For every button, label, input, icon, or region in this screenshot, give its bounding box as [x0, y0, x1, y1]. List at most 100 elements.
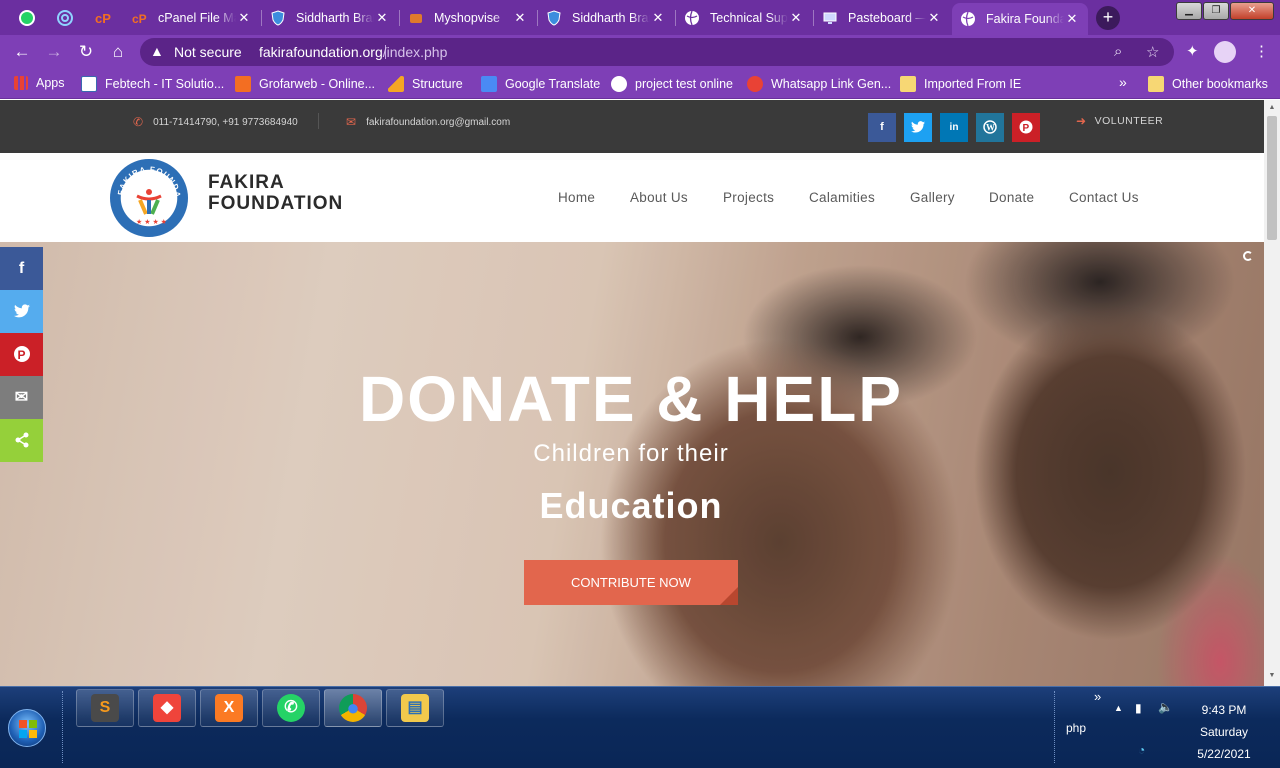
globe-icon [685, 10, 699, 26]
brand-name[interactable]: FAKIRA FOUNDATION [208, 172, 343, 214]
twitter-icon[interactable] [904, 113, 932, 142]
url-text[interactable]: fakirafoundation.org/index.php [259, 44, 447, 60]
tab-pasteboard[interactable]: Pasteboard — ✕ [814, 4, 950, 32]
tab-siddharth-1[interactable]: Siddharth Bramhe ✕ [262, 4, 398, 32]
address-bar[interactable]: ▲ Not secure fakirafoundation.org/index.… [140, 38, 1174, 66]
bookmark-whatsapp-link[interactable]: Whatsapp Link Gen... [747, 76, 891, 92]
nav-gallery[interactable]: Gallery [910, 190, 955, 205]
home-icon[interactable]: ⌂ [106, 40, 130, 64]
bookmark-star-icon[interactable]: ☆ [1146, 43, 1159, 61]
email-contact[interactable]: ✉ fakirafoundation.org@gmail.com [346, 115, 510, 129]
taskbar-file-explorer[interactable]: ▤ [386, 689, 444, 727]
window-close-button[interactable]: ✕ [1230, 2, 1274, 20]
bookmark-label: Febtech - IT Solutio... [105, 77, 225, 91]
reload-icon[interactable]: ↻ [74, 40, 98, 64]
svg-text:P: P [17, 348, 25, 362]
bookmark-project-test[interactable]: project test online [611, 76, 733, 92]
loading-spinner-icon [1243, 251, 1253, 261]
hero-title: DONATE & HELP [359, 363, 903, 435]
maximize-button[interactable]: ❐ [1203, 2, 1229, 20]
grofarweb-icon [235, 76, 251, 92]
close-icon[interactable]: ✕ [512, 10, 528, 26]
bookmark-google-translate[interactable]: Google Translate [481, 76, 600, 92]
zoom-icon[interactable]: ⌕ [1114, 43, 1122, 60]
tab-myshopvise[interactable]: Myshopvise ✕ [400, 4, 536, 32]
svg-text:★ ★ ★ ★: ★ ★ ★ ★ [136, 218, 167, 226]
bookmark-label: Grofarweb - Online... [259, 77, 376, 91]
share-facebook-icon[interactable]: f [0, 247, 43, 290]
security-label[interactable]: Not secure [174, 44, 242, 60]
pinned-tab-cpanel[interactable]: cP [88, 4, 118, 32]
minimize-button[interactable]: ▁ [1176, 2, 1202, 20]
xampp-icon: X [215, 694, 243, 722]
nav-about-us[interactable]: About Us [630, 190, 688, 205]
tab-fakira-foundation[interactable]: Fakira Foundation ✕ [952, 3, 1088, 35]
close-icon[interactable]: ✕ [374, 10, 390, 26]
taskbar-xampp[interactable]: X [200, 689, 258, 727]
bookmarks-overflow-button[interactable]: » [1119, 74, 1127, 90]
volume-icon[interactable]: 🔈 [1158, 700, 1173, 714]
phone-contact[interactable]: ✆ 011-71414790, +91 9773684940 [133, 115, 298, 129]
network-icon[interactable]: ◔ [1138, 743, 1145, 757]
bookmark-other[interactable]: Other bookmarks [1148, 76, 1268, 92]
wordpress-icon[interactable]: W [976, 113, 1004, 142]
share-pinterest-icon[interactable]: P [0, 333, 43, 376]
tab-siddharth-2[interactable]: Siddharth Bramhe ✕ [538, 4, 674, 32]
shield-icon [547, 10, 561, 26]
nav-contact-us[interactable]: Contact Us [1069, 190, 1139, 205]
tab-cpanel[interactable]: cP cPanel File Manager ✕ [124, 4, 260, 32]
volunteer-link[interactable]: ➜ VOLUNTEER [1076, 114, 1163, 128]
share-twitter-icon[interactable] [0, 290, 43, 333]
svg-text:P: P [1023, 123, 1030, 134]
pinned-tab-whatsapp[interactable] [12, 4, 42, 32]
scroll-up-icon[interactable]: ▲ [1264, 104, 1280, 111]
tab-technical-support[interactable]: Technical Support ✕ [676, 4, 812, 32]
close-icon[interactable]: ✕ [1064, 11, 1080, 27]
warning-icon[interactable]: ▲ [150, 43, 164, 59]
taskbar-chrome[interactable]: ● [324, 689, 382, 727]
close-icon[interactable]: ✕ [926, 10, 942, 26]
back-icon[interactable]: ← [10, 40, 34, 64]
show-hidden-icons-icon[interactable]: ▲ [1114, 703, 1123, 713]
forward-icon[interactable]: → [42, 40, 66, 64]
close-icon[interactable]: ✕ [650, 10, 666, 26]
share-email-icon[interactable]: ✉ [0, 376, 43, 419]
taskbar-anydesk[interactable]: ◆ [138, 689, 196, 727]
scrollbar-thumb[interactable] [1267, 116, 1277, 240]
taskbar-whatsapp[interactable]: ✆ [262, 689, 320, 727]
foundation-logo[interactable]: FAKIRA FOUNDATION ★ ★ ★ ★ [110, 159, 188, 237]
tray-toolbar-label[interactable]: php [1066, 721, 1086, 735]
bookmark-label: project test online [635, 77, 733, 91]
start-button[interactable] [8, 709, 46, 747]
linkedin-icon[interactable]: in [940, 113, 968, 142]
nav-calamities[interactable]: Calamities [809, 190, 875, 205]
new-tab-button[interactable]: + [1096, 6, 1120, 30]
bookmark-grofarweb[interactable]: Grofarweb - Online... [235, 76, 375, 92]
pinned-tab-site[interactable] [50, 4, 80, 32]
bookmark-apps[interactable]: Apps [14, 76, 65, 90]
menu-icon[interactable]: ⋮ [1254, 42, 1269, 60]
contribute-now-button[interactable]: CONTRIBUTE NOW [524, 560, 738, 605]
pinterest-icon[interactable]: P [1012, 113, 1040, 142]
share-more-icon[interactable] [0, 419, 43, 462]
profile-avatar[interactable] [1214, 41, 1236, 63]
nav-projects[interactable]: Projects [723, 190, 774, 205]
close-icon[interactable]: ✕ [788, 10, 804, 26]
nav-donate[interactable]: Donate [989, 190, 1034, 205]
extensions-icon[interactable]: ✦ [1186, 42, 1199, 60]
close-icon[interactable]: ✕ [236, 10, 252, 26]
taskbar-clock[interactable]: 9:43 PM Saturday 5/22/2021 [1180, 699, 1268, 765]
bookmark-imported-ie[interactable]: Imported From IE [900, 76, 1021, 92]
clock-time: 9:43 PM [1201, 703, 1247, 717]
page-scrollbar[interactable]: ▲ ▼ [1264, 100, 1280, 686]
bookmark-structure[interactable]: Structure [388, 76, 463, 92]
bookmark-febtech[interactable]: Febtech - IT Solutio... [81, 76, 224, 92]
nav-home[interactable]: Home [558, 190, 595, 205]
power-icon[interactable]: ▮ [1135, 701, 1142, 715]
scroll-down-icon[interactable]: ▼ [1264, 672, 1280, 679]
facebook-icon[interactable]: f [868, 113, 896, 142]
clock-date: 5/22/2021 [1197, 747, 1251, 761]
chrome-icon: ● [339, 694, 367, 722]
tray-overflow-icon[interactable]: » [1094, 689, 1101, 704]
taskbar-sublime-text[interactable]: S [76, 689, 134, 727]
